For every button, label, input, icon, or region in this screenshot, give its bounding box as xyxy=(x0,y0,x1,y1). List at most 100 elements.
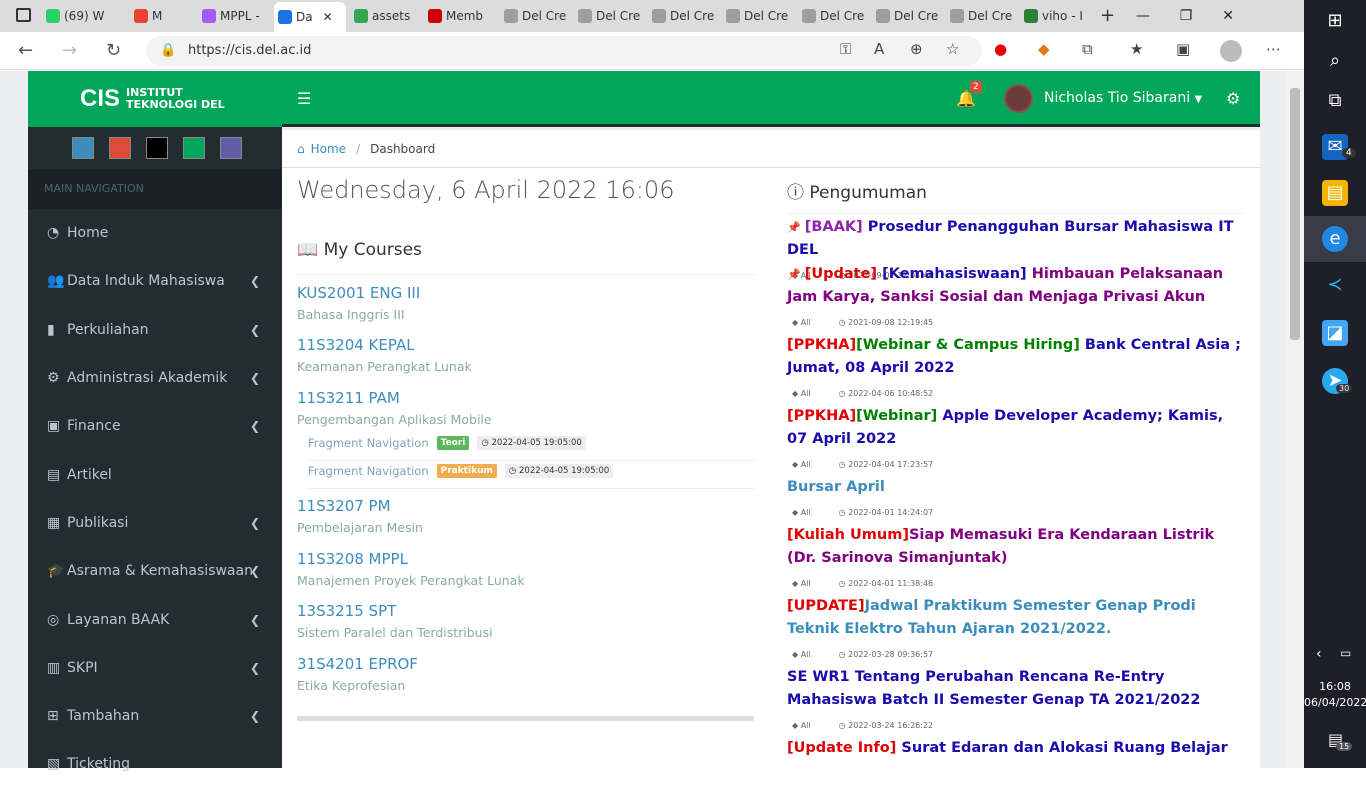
search-icon[interactable]: ⌕ xyxy=(1322,48,1348,74)
metamask-extension-icon[interactable]: ◆ xyxy=(1038,40,1050,58)
course-code[interactable]: 13S3215 SPT xyxy=(297,602,493,620)
back-icon[interactable]: ← xyxy=(18,40,33,61)
favorites-icon[interactable]: ★ xyxy=(1130,40,1143,58)
browser-tab[interactable]: Del Cre xyxy=(872,4,940,28)
announcement-title[interactable]: [Kuliah Umum]Siap Memasuki Era Kendaraan… xyxy=(787,524,1243,570)
favorite-add-icon[interactable]: ☆ xyxy=(946,40,959,58)
announcement-item[interactable]: [PPKHA][Webinar & Campus Hiring] Bank Ce… xyxy=(787,334,1243,405)
sidebar-item[interactable]: ◔ Home xyxy=(28,209,282,257)
browser-tab[interactable]: Del Cre xyxy=(574,4,642,28)
browser-tab[interactable]: Del Cre xyxy=(648,4,716,28)
hamburger-menu-icon[interactable]: ☰ xyxy=(297,89,311,108)
address-bar[interactable]: 🔒 https://cis.del.ac.id xyxy=(146,36,982,66)
browser-tab[interactable]: assets xyxy=(350,4,420,28)
edge-icon[interactable]: e xyxy=(1322,226,1348,252)
file-explorer-icon[interactable]: ▤ xyxy=(1322,180,1348,206)
user-avatar[interactable] xyxy=(1004,84,1033,113)
fragment-label[interactable]: Fragment Navigation xyxy=(308,464,429,478)
skin-swatch[interactable] xyxy=(109,137,131,159)
zoom-icon[interactable]: ⊕ xyxy=(910,40,923,58)
course-code[interactable]: 11S3204 KEPAL xyxy=(297,336,472,354)
browser-tab[interactable]: Del Cre xyxy=(946,4,1014,28)
announcement-title[interactable]: 📌 [BAAK] Prosedur Penangguhan Bursar Maha… xyxy=(787,216,1243,262)
new-tab-icon[interactable]: + xyxy=(1100,5,1115,26)
logo[interactable]: CIS INSTITUT TEKNOLOGI DEL xyxy=(28,71,282,127)
skin-swatch[interactable] xyxy=(183,137,205,159)
announcement-item[interactable]: SE WR1 Tentang Perubahan Rencana Re-Entr… xyxy=(787,666,1243,737)
announcement-item[interactable]: 📌 [Update] [Kemahasiswaan] Himbauan Pelak… xyxy=(787,263,1243,334)
forward-icon[interactable]: → xyxy=(62,40,77,61)
skin-swatch[interactable] xyxy=(72,137,94,159)
sidebar-item[interactable]: ◎ Layanan BAAK ❮ xyxy=(28,595,282,643)
user-menu[interactable]: Nicholas Tio Sibarani ▼ xyxy=(1044,90,1202,106)
read-aloud-icon[interactable]: A xyxy=(874,40,884,58)
browser-tab[interactable]: Del Cre xyxy=(500,4,568,28)
course-code[interactable]: 11S3211 PAM xyxy=(297,389,492,407)
skin-swatch[interactable] xyxy=(146,137,168,159)
announcement-title[interactable]: [PPKHA][Webinar] Apple Developer Academy… xyxy=(787,405,1243,451)
course-code[interactable]: 11S3207 PM xyxy=(297,497,423,515)
browser-tab[interactable]: MPPL - xyxy=(198,4,264,28)
tab-close-icon[interactable]: ✕ xyxy=(323,10,333,24)
sidebar-item[interactable]: ▧ Ticketing xyxy=(28,740,282,788)
sidebar-item[interactable]: ⊞ Tambahan ❮ xyxy=(28,692,282,740)
more-menu-icon[interactable]: ⋯ xyxy=(1266,40,1281,58)
refresh-icon[interactable]: ↻ xyxy=(106,40,121,61)
taskbar-clock[interactable]: 16:08 06/04/2022 xyxy=(1304,679,1366,711)
fragment-item[interactable]: Fragment Navigation Praktikum ◷ 2022-04-05… xyxy=(308,464,614,478)
vscode-icon[interactable]: ≺ xyxy=(1322,272,1348,298)
announcement-title[interactable]: [Update Info] Surat Edaran dan Alokasi R… xyxy=(787,737,1243,760)
course-code[interactable]: 11S3208 MPPL xyxy=(297,550,525,568)
course-item[interactable]: 11S3208 MPPL Manajemen Proyek Perangkat L… xyxy=(297,550,525,588)
scrollbar-thumb[interactable] xyxy=(1290,88,1300,340)
browser-tab[interactable]: Del Cre xyxy=(798,4,866,28)
collections-icon[interactable]: ▣ xyxy=(1176,40,1190,58)
sidebar-item[interactable]: 👥 Data Induk Mahasiswa ❮ xyxy=(28,257,282,305)
skin-swatch[interactable] xyxy=(220,137,242,159)
announcement-item[interactable]: [Update Info] Surat Edaran dan Alokasi R… xyxy=(787,737,1243,760)
photos-icon[interactable]: ◪ xyxy=(1322,320,1348,346)
announcement-item[interactable]: [PPKHA][Webinar] Apple Developer Academy… xyxy=(787,405,1243,476)
profile-avatar[interactable] xyxy=(1220,40,1242,62)
opera-extension-icon[interactable]: ● xyxy=(994,40,1007,58)
browser-tab[interactable]: M xyxy=(130,4,186,28)
fragment-label[interactable]: Fragment Navigation xyxy=(308,436,429,450)
task-view-icon[interactable]: ⧉ xyxy=(1322,88,1348,114)
announcement-title[interactable]: [UPDATE]Jadwal Praktikum Semester Genap … xyxy=(787,595,1243,641)
announcement-title[interactable]: 📌 [Update] [Kemahasiswaan] Himbauan Pelak… xyxy=(787,263,1243,309)
sidebar-item[interactable]: ▮ Perkuliahan ❮ xyxy=(28,306,282,354)
fragment-item[interactable]: Fragment Navigation Teori ◷ 2022-04-05 19:… xyxy=(308,436,586,450)
course-item[interactable]: 31S4201 EPROF Etika Keprofesian xyxy=(297,655,418,693)
key-icon[interactable]: ⚿ xyxy=(840,40,851,58)
breadcrumb-home[interactable]: Home xyxy=(311,142,346,156)
chevron-left-icon[interactable]: ‹ xyxy=(1316,646,1322,662)
windows-start-icon[interactable]: ⊞ xyxy=(1322,8,1348,34)
course-code[interactable]: KUS2001 ENG III xyxy=(297,284,420,302)
sidebar-item[interactable]: ▦ Publikasi ❮ xyxy=(28,499,282,547)
network-icon[interactable]: ▭ xyxy=(1340,646,1351,660)
minimize-icon[interactable]: — xyxy=(1136,8,1150,24)
announcement-item[interactable]: [Kuliah Umum]Siap Memasuki Era Kendaraan… xyxy=(787,524,1243,595)
announcement-item[interactable]: Bursar April ◆ All ◷ 2022-04-01 14:24:07 xyxy=(787,476,1243,524)
browser-tab[interactable]: Memb xyxy=(424,4,494,28)
maximize-icon[interactable]: ❐ xyxy=(1180,8,1193,24)
course-item[interactable]: KUS2001 ENG III Bahasa Inggris III xyxy=(297,284,420,322)
announcement-title[interactable]: SE WR1 Tentang Perubahan Rencana Re-Entr… xyxy=(787,666,1243,712)
course-item[interactable]: 11S3211 PAM Pengembangan Aplikasi Mobile xyxy=(297,389,492,427)
course-item[interactable]: 11S3207 PM Pembelajaran Mesin xyxy=(297,497,423,535)
course-item[interactable]: 11S3204 KEPAL Keamanan Perangkat Lunak xyxy=(297,336,472,374)
announcement-title[interactable]: Bursar April xyxy=(787,476,1243,499)
browser-tab[interactable]: (69) W xyxy=(42,4,114,28)
announcement-item[interactable]: [UPDATE]Jadwal Praktikum Semester Genap … xyxy=(787,595,1243,666)
sidebar-item[interactable]: ⚙ Administrasi Akademik ❮ xyxy=(28,354,282,402)
announcement-title[interactable]: [PPKHA][Webinar & Campus Hiring] Bank Ce… xyxy=(787,334,1243,380)
browser-tab[interactable]: Da ✕ xyxy=(274,2,346,32)
extensions-icon[interactable]: ⧉ xyxy=(1082,40,1093,58)
browser-tab[interactable]: Del Cre xyxy=(722,4,790,28)
course-item[interactable]: 13S3215 SPT Sistem Paralel dan Terdistrib… xyxy=(297,602,493,640)
tab-actions-icon[interactable] xyxy=(16,8,31,22)
settings-gears-icon[interactable]: ⚙ xyxy=(1226,89,1240,108)
sidebar-item[interactable]: ▥ SKPI ❮ xyxy=(28,644,282,692)
course-code[interactable]: 31S4201 EPROF xyxy=(297,655,418,673)
sidebar-item[interactable]: 🎓 Asrama & Kemahasiswaan ❮ xyxy=(28,547,282,595)
